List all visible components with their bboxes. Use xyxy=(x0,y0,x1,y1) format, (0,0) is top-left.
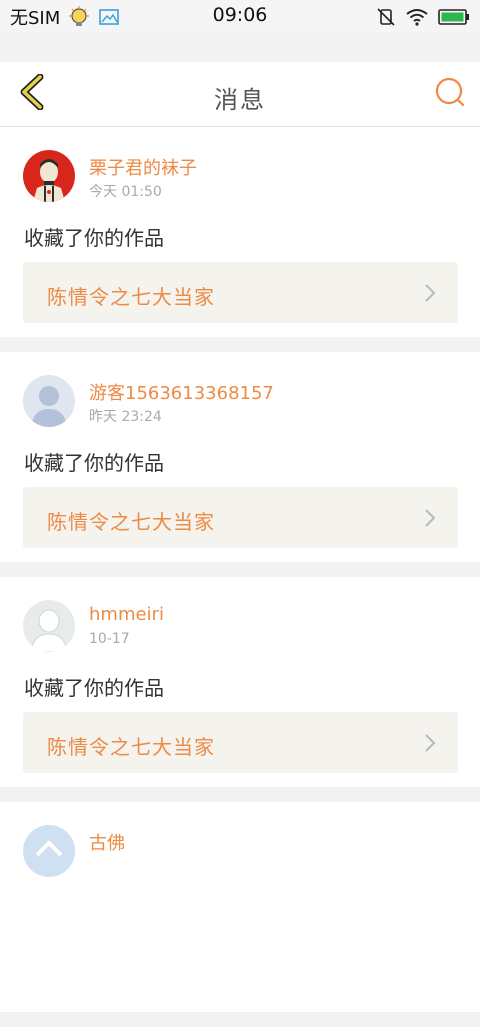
work-link[interactable]: 陈情令之七大当家 xyxy=(23,712,458,773)
username[interactable]: 古佛 xyxy=(89,829,125,855)
avatar[interactable] xyxy=(23,375,75,427)
avatar[interactable] xyxy=(23,600,75,652)
chevron-right-icon xyxy=(424,283,436,307)
username[interactable]: hmmeiri xyxy=(89,604,164,625)
work-title: 陈情令之七大当家 xyxy=(47,735,215,759)
work-link[interactable]: 陈情令之七大当家 xyxy=(23,487,458,548)
mute-icon xyxy=(376,7,396,27)
work-title: 陈情令之七大当家 xyxy=(47,510,215,534)
timestamp: 昨天 23:24 xyxy=(89,409,162,425)
timestamp: 今天 01:50 xyxy=(89,184,162,200)
wifi-icon xyxy=(406,8,428,26)
work-title: 陈情令之七大当家 xyxy=(47,285,215,309)
avatar[interactable] xyxy=(23,825,75,877)
avatar[interactable] xyxy=(23,150,75,202)
message-card: 游客1563613368157 昨天 23:24 收藏了你的作品 陈情令之七大当… xyxy=(0,352,480,562)
message-card: 栗子君的袜子 今天 01:50 收藏了你的作品 陈情令之七大当家 xyxy=(0,127,480,337)
status-gap xyxy=(0,33,480,62)
action-text: 收藏了你的作品 xyxy=(24,676,164,700)
chevron-right-icon xyxy=(424,508,436,532)
timestamp: 10-17 xyxy=(89,631,130,647)
message-card: 古佛 xyxy=(0,802,480,1012)
work-link[interactable]: 陈情令之七大当家 xyxy=(23,262,458,323)
battery-icon xyxy=(438,9,470,25)
username[interactable]: 游客1563613368157 xyxy=(89,379,274,405)
message-card: hmmeiri 10-17 收藏了你的作品 陈情令之七大当家 xyxy=(0,577,480,787)
chevron-right-icon xyxy=(424,733,436,757)
username[interactable]: 栗子君的袜子 xyxy=(89,154,197,180)
action-text: 收藏了你的作品 xyxy=(24,451,164,475)
search-icon xyxy=(434,76,466,112)
action-text: 收藏了你的作品 xyxy=(24,226,164,250)
page-title: 消息 xyxy=(214,86,266,114)
nav-bar: 消息 xyxy=(0,62,480,127)
search-button[interactable] xyxy=(432,76,468,112)
message-list: 栗子君的袜子 今天 01:50 收藏了你的作品 陈情令之七大当家 游客15636… xyxy=(0,127,480,1027)
status-bar: 无SIM 09:06 xyxy=(0,0,480,33)
